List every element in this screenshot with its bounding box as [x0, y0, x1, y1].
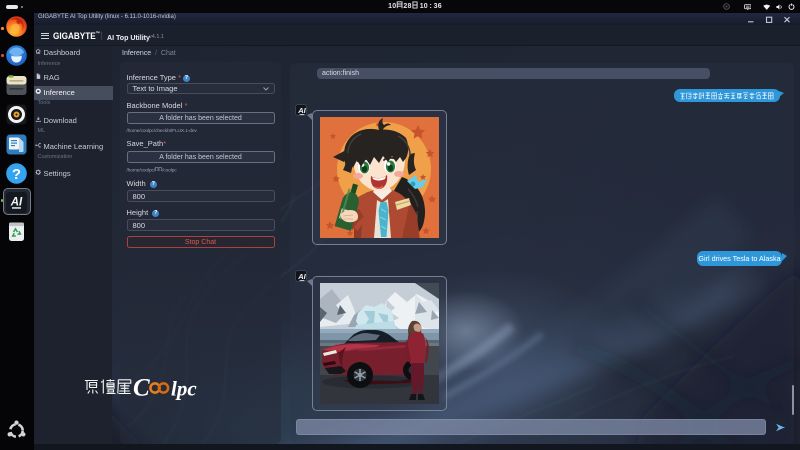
svg-text:?: ? [12, 165, 21, 182]
svg-text:AI: AI [10, 196, 23, 208]
svg-text:AI: AI [297, 106, 306, 115]
svg-text:C: C [133, 374, 150, 401]
svg-text:lpc: lpc [171, 376, 197, 400]
svg-text:AI: AI [297, 272, 306, 281]
